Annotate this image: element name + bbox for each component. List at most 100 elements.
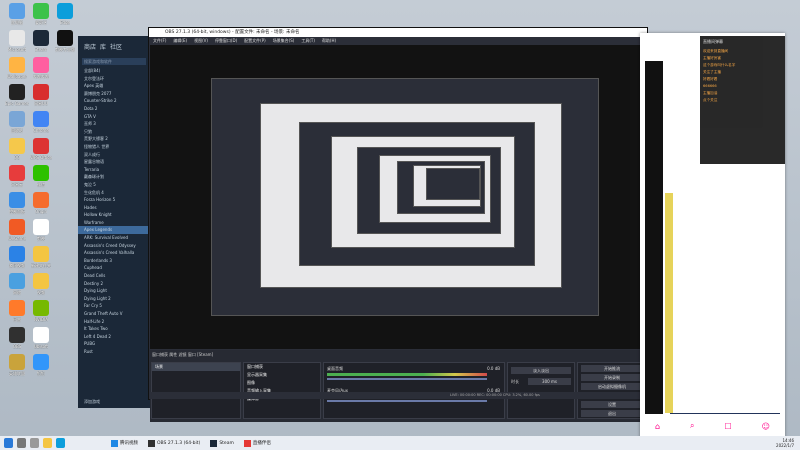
steam-game-item[interactable]: Hades: [78, 204, 150, 212]
steam-game-item[interactable]: It Takes Two: [78, 325, 150, 333]
phone-search-icon[interactable]: ⌕: [690, 421, 694, 431]
transition-select[interactable]: 淡入淡出: [511, 367, 571, 374]
steam-game-item[interactable]: 全部(84): [78, 67, 150, 75]
desktop-icon[interactable]: 新建文件夹: [26, 246, 56, 269]
steam-game-item[interactable]: Apex Legends: [78, 226, 150, 235]
desktop-icon[interactable]: WPS Office: [26, 138, 56, 160]
steam-game-item[interactable]: 鬼泣 5: [78, 181, 150, 189]
steam-game-item[interactable]: 怪物猎人 世界: [78, 143, 150, 151]
steam-game-item[interactable]: PUBG: [78, 340, 150, 348]
steam-game-item[interactable]: 只狼: [78, 128, 150, 136]
steam-add-game-button[interactable]: 添加游戏: [78, 398, 100, 406]
steam-tab-store[interactable]: 商店: [84, 42, 96, 51]
transitions-dock[interactable]: 淡入淡出 时长 300 ms: [507, 362, 575, 419]
obs-menu-item[interactable]: 帮助(H): [322, 37, 336, 44]
steam-game-item[interactable]: 荒野大镖客 2: [78, 135, 150, 143]
transition-duration-input[interactable]: 300 ms: [528, 378, 571, 385]
taskbar-app[interactable]: 腾讯视频: [109, 438, 140, 448]
steam-game-item[interactable]: Apex 英雄: [78, 82, 150, 90]
steam-game-item[interactable]: 生化危机 4: [78, 189, 150, 197]
steam-game-item[interactable]: Assassin's Creed Valhalla: [78, 249, 150, 257]
volume-slider[interactable]: [327, 378, 487, 380]
steam-game-item[interactable]: Forza Horizon 5: [78, 196, 150, 204]
control-button[interactable]: 开始录制: [581, 374, 643, 381]
desktop-icon[interactable]: 剪映专业版: [50, 30, 80, 53]
desktop-icon[interactable]: 视频: [26, 273, 56, 296]
steam-game-item[interactable]: 赛博朋克 2077: [78, 90, 150, 98]
steam-game-item[interactable]: Half-Life 2: [78, 318, 150, 326]
steam-game-item[interactable]: Counter-Strike 2: [78, 97, 150, 105]
source-item[interactable]: 窗口捕获: [244, 363, 320, 371]
steam-game-item[interactable]: Assassin's Creed Odyssey: [78, 242, 150, 250]
steam-game-item[interactable]: 巫师 3: [78, 120, 150, 128]
desktop-icon[interactable]: Edge: [50, 3, 80, 25]
taskbar-app[interactable]: Steam: [208, 438, 236, 448]
obs-window[interactable]: OBS 27.1.3 (64-bit, windows) - 配置文件: 未命名…: [148, 27, 648, 422]
desktop-icon[interactable]: 剪映: [26, 219, 56, 242]
control-button[interactable]: 退出: [581, 410, 643, 417]
steam-tab-community[interactable]: 社区: [110, 42, 122, 51]
obs-menubar: 文件(F) 编辑(E) 视图(V) 停靠窗口(D) 配置文件(P) 场景集合(S) 工具(T…: [149, 37, 647, 44]
scenes-dock[interactable]: 场景: [151, 362, 241, 419]
phone-message-icon[interactable]: ☐: [724, 422, 731, 431]
start-button[interactable]: [4, 438, 13, 448]
steam-game-item[interactable]: Dota 2: [78, 105, 150, 113]
steam-game-item[interactable]: 戴森球计划: [78, 173, 150, 181]
desktop-icon[interactable]: 网易UU: [26, 84, 56, 107]
steam-game-item[interactable]: Grand Theft Auto V: [78, 310, 150, 318]
control-button[interactable]: 开始推流: [581, 365, 643, 372]
desktop-icon[interactable]: 钉钉: [26, 354, 56, 377]
obs-menu-item[interactable]: 停靠窗口(D): [215, 37, 237, 44]
obs-menu-item[interactable]: 场景集合(S): [273, 37, 295, 44]
steam-game-item[interactable]: Terraria: [78, 166, 150, 174]
steam-search-input[interactable]: 搜索游戏和软件: [82, 58, 146, 65]
file-explorer-icon[interactable]: [43, 438, 52, 448]
task-view-icon[interactable]: [30, 438, 39, 448]
desktop-icon[interactable]: 微信: [26, 165, 56, 188]
scene-item[interactable]: 场景: [152, 363, 240, 371]
steam-game-item[interactable]: 艾尔登法环: [78, 75, 150, 83]
phone-home-icon[interactable]: ⌂: [655, 422, 660, 431]
edge-icon[interactable]: [56, 438, 65, 448]
steam-game-item[interactable]: Dead Cells: [78, 272, 150, 280]
desktop-icon[interactable]: NVIDIA: [26, 300, 56, 322]
app-icon: [9, 300, 25, 316]
source-item[interactable]: 图像: [244, 379, 320, 387]
clock[interactable]: 14:46 2022/1/7: [776, 438, 794, 448]
steam-game-item[interactable]: Hollow Knight: [78, 211, 150, 219]
steam-game-item[interactable]: 星露谷物语: [78, 158, 150, 166]
obs-menu-item[interactable]: 文件(F): [153, 37, 166, 44]
obs-menu-item[interactable]: 配置文件(P): [244, 37, 266, 44]
control-button[interactable]: 启动虚拟摄像机: [581, 383, 643, 390]
steam-game-item[interactable]: ARK: Survival Evolved: [78, 234, 150, 242]
steam-game-item[interactable]: Cuphead: [78, 264, 150, 272]
taskbar-app[interactable]: OBS 27.1.3 (64-bit): [146, 438, 202, 448]
sources-dock[interactable]: 窗口捕获显示器采集图像音频输入采集媒体源: [243, 362, 321, 419]
taskbar-app[interactable]: 直播伴侣: [242, 438, 273, 448]
steam-game-item[interactable]: GTA V: [78, 113, 150, 121]
volume-slider[interactable]: [327, 400, 487, 402]
steam-game-item[interactable]: 双人成行: [78, 151, 150, 159]
steam-window[interactable]: 商店 库 社区 搜索游戏和软件 全部(84) 艾尔登法环 Apex 英雄 赛博朋克 2…: [78, 36, 150, 408]
steam-tab-library[interactable]: 库: [100, 42, 106, 51]
obs-menu-item[interactable]: 编辑(E): [173, 37, 187, 44]
desktop-icon[interactable]: Chrome: [26, 111, 56, 133]
source-item[interactable]: 显示器采集: [244, 371, 320, 379]
desktop-icon[interactable]: 哔哩哔哩: [26, 57, 56, 80]
steam-game-item[interactable]: Far Cry 5: [78, 302, 150, 310]
obs-preview[interactable]: [150, 45, 648, 349]
phone-user-icon[interactable]: ☺: [762, 422, 770, 431]
desktop-icon[interactable]: Ubisoft: [26, 327, 56, 349]
steam-game-item[interactable]: Dying Light: [78, 287, 150, 295]
steam-game-item[interactable]: Destiny 2: [78, 280, 150, 288]
obs-menu-item[interactable]: 工具(T): [301, 37, 315, 44]
steam-game-item[interactable]: Warframe: [78, 219, 150, 227]
steam-game-item[interactable]: Dying Light 2: [78, 295, 150, 303]
control-button[interactable]: 设置: [581, 401, 643, 408]
desktop-icon[interactable]: Origin: [26, 192, 56, 214]
steam-game-item[interactable]: Borderlands 3: [78, 257, 150, 265]
search-icon[interactable]: [17, 438, 26, 448]
obs-menu-item[interactable]: 视图(V): [194, 37, 208, 44]
steam-game-item[interactable]: Left 4 Dead 2: [78, 333, 150, 341]
steam-game-item[interactable]: Rust: [78, 348, 150, 356]
